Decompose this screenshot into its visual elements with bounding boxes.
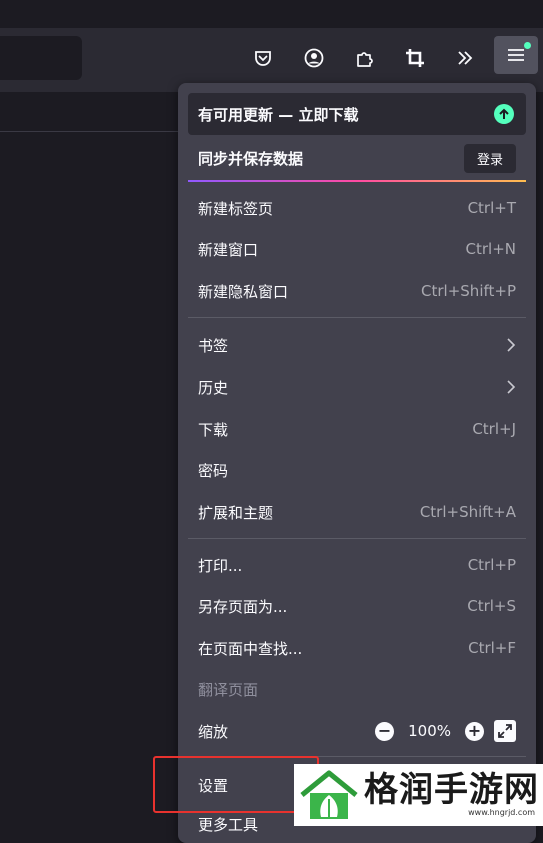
menu-item-bookmarks[interactable]: 书签 [188,326,526,364]
menu-divider [188,538,526,539]
menu-item-history[interactable]: 历史 [188,368,526,406]
menu-item-print[interactable]: 打印... Ctrl+P [188,546,526,584]
menu-item-downloads[interactable]: 下载 Ctrl+J [188,410,526,448]
menu-item-shortcut: Ctrl+F [468,639,516,657]
sync-row: 同步并保存数据 登录 [188,138,526,178]
app-menu-button[interactable] [494,36,538,74]
account-icon [304,48,324,68]
fullscreen-button[interactable] [494,720,516,742]
menu-item-shortcut: Ctrl+J [472,420,516,438]
update-label: 有可用更新 — 立即下载 [198,105,359,124]
menu-item-new-tab[interactable]: 新建标签页 Ctrl+T [188,189,526,227]
menu-item-passwords[interactable]: 密码 [188,451,526,489]
menu-item-label: 新建标签页 [198,199,274,218]
menu-divider [188,317,526,318]
menu-item-addons-themes[interactable]: 扩展和主题 Ctrl+Shift+A [188,493,526,531]
menu-item-label: 打印... [198,556,243,575]
app-menu-panel: 有可用更新 — 立即下载 同步并保存数据 登录 新建标签页 Ctrl+T 新建窗… [178,83,536,843]
menu-item-new-window[interactable]: 新建窗口 Ctrl+N [188,230,526,268]
watermark-url: www.hngrjd.com [468,808,535,818]
menu-item-find-in-page[interactable]: 在页面中查找... Ctrl+F [188,629,526,667]
sync-gradient-divider [188,180,526,182]
sync-label: 同步并保存数据 [198,149,304,168]
arrow-up-icon [494,104,514,124]
pocket-button[interactable] [247,42,279,74]
menu-item-label: 另存页面为... [198,597,288,616]
extensions-icon [357,52,373,67]
menu-item-shortcut: Ctrl+S [467,597,516,615]
menu-item-shortcut: Ctrl+T [467,199,516,217]
update-dot [524,42,531,49]
house-logo-icon [294,764,364,826]
toolbar-divider [0,131,180,132]
zoom-out-button[interactable]: − [375,721,395,741]
menu-item-shortcut: Ctrl+Shift+A [419,503,516,521]
menu-item-label: 扩展和主题 [198,503,274,522]
zoom-in-button[interactable]: + [465,721,484,741]
watermark-title: 格润手游网 [364,769,539,810]
menu-item-label: 新建窗口 [198,240,259,259]
zoom-controls: − 100% + [375,720,516,742]
extensions-button[interactable] [349,42,381,74]
menu-item-label: 下载 [198,420,229,439]
menu-item-new-private-window[interactable]: 新建隐私窗口 Ctrl+Shift+P [188,272,526,310]
fullscreen-icon [498,724,512,738]
menu-item-shortcut: Ctrl+P [467,556,516,574]
screenshot-button[interactable] [399,42,431,74]
chevron-right-icon [507,338,516,352]
chevron-double-right-icon [458,51,473,65]
screenshot-icon [406,49,424,67]
pocket-icon [255,51,271,66]
menu-item-label: 新建隐私窗口 [198,282,289,301]
hamburger-icon [508,49,524,61]
menu-item-label: 历史 [198,378,229,397]
menu-item-label: 书签 [198,336,229,355]
zoom-value[interactable]: 100% [408,722,451,740]
menu-item-shortcut: Ctrl+Shift+P [421,282,516,300]
login-button[interactable]: 登录 [463,143,516,173]
update-banner[interactable]: 有可用更新 — 立即下载 [188,93,526,135]
menu-item-label: 在页面中查找... [198,639,303,658]
url-bar[interactable] [0,36,82,80]
menu-item-label: 更多工具 [198,815,259,834]
menu-item-label: 密码 [198,461,229,480]
account-button[interactable] [298,42,330,74]
menu-item-shortcut: Ctrl+N [465,240,516,258]
menu-item-label: 缩放 [198,722,229,741]
chevron-right-icon [507,380,516,394]
menu-item-translate-page: 翻译页面 [188,670,526,708]
overflow-button[interactable] [449,42,481,74]
watermark: 格润手游网 www.hngrjd.com [294,764,543,826]
menu-item-save-page-as[interactable]: 另存页面为... Ctrl+S [188,587,526,625]
menu-item-zoom: 缩放 − 100% + [188,712,526,750]
tab-strip [0,0,543,28]
menu-item-label: 翻译页面 [198,680,259,699]
